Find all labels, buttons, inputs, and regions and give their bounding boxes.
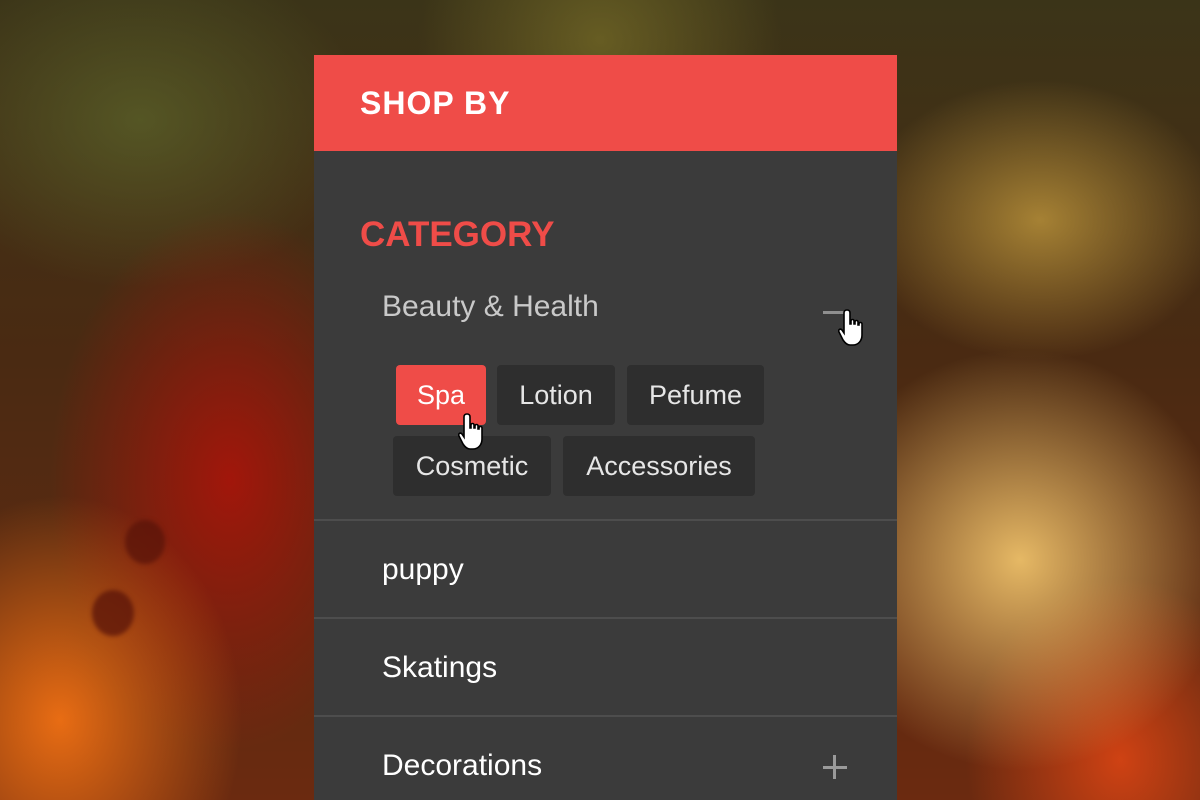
panel-title: SHOP BY	[360, 85, 511, 121]
background-bokeh	[125, 520, 165, 564]
divider	[314, 519, 897, 521]
category-item-label: Skatings	[382, 651, 498, 684]
hand-pointer-icon	[458, 413, 483, 450]
divider	[314, 617, 897, 619]
divider	[314, 715, 897, 717]
hand-pointer-icon	[838, 309, 863, 346]
panel-header: SHOP BY	[314, 55, 897, 151]
category-item-decorations[interactable]: Decorations	[314, 749, 897, 789]
category-heading: CATEGORY	[360, 215, 555, 254]
tag-lotion[interactable]: Lotion	[497, 365, 615, 425]
category-item-beauty-health[interactable]: Beauty & Health	[314, 290, 897, 330]
tag-accessories[interactable]: Accessories	[563, 436, 755, 496]
category-item-label: Decorations	[382, 749, 543, 782]
shop-by-panel: SHOP BY CATEGORY Beauty & Health Spa Lot…	[314, 55, 897, 800]
background-bokeh	[92, 590, 134, 636]
category-item-skatings[interactable]: Skatings	[314, 651, 897, 691]
plus-icon[interactable]	[823, 755, 847, 779]
category-item-label: Beauty & Health	[382, 290, 599, 323]
category-item-puppy[interactable]: puppy	[314, 553, 897, 593]
category-item-label: puppy	[382, 553, 464, 586]
tag-pefume[interactable]: Pefume	[627, 365, 764, 425]
